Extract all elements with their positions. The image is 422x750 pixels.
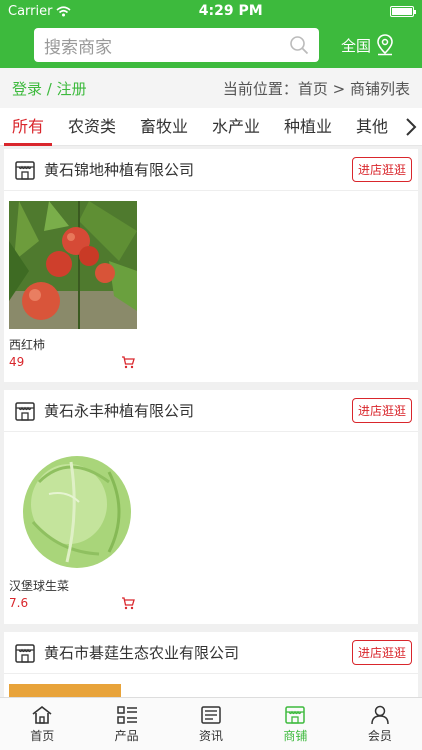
search-icon[interactable]: [289, 35, 309, 55]
news-icon: [201, 705, 221, 724]
store-name[interactable]: 黄石市碁莛生态农业有限公司: [44, 642, 352, 663]
user-icon: [371, 705, 389, 724]
product-price: 7.6: [9, 596, 29, 610]
region-label: 全国: [341, 36, 372, 55]
tabbar-label: 资讯: [199, 728, 224, 743]
breadcrumb: 登录 / 注册 当前位置：首页 > 商铺列表: [0, 68, 422, 108]
product-image-lettuce[interactable]: [9, 442, 137, 570]
carrier-label: Carrier: [8, 3, 53, 19]
chevron-right-icon[interactable]: [400, 117, 422, 137]
tab-all[interactable]: 所有: [0, 108, 56, 146]
visit-store-button[interactable]: 进店逛逛: [351, 640, 412, 665]
home-icon: [32, 705, 52, 724]
tabbar-label: 产品: [114, 728, 139, 743]
store-icon: [15, 160, 35, 180]
tabbar-products[interactable]: 产品: [84, 698, 168, 750]
login-register-link[interactable]: 登录 / 注册: [12, 78, 87, 99]
battery-icon: [389, 5, 416, 17]
product-name: 汉堡球生菜: [9, 579, 70, 593]
wifi-icon: [56, 5, 71, 16]
visit-store-button[interactable]: 进店逛逛: [351, 157, 412, 182]
store-icon: [15, 643, 35, 663]
visit-store-button[interactable]: 进店逛逛: [351, 398, 412, 423]
tabbar-stores[interactable]: 商铺: [253, 698, 337, 750]
store-card: 黄石永丰种植有限公司 进店逛逛 汉堡球生菜 7.6: [4, 390, 418, 624]
tabbar-member[interactable]: 会员: [338, 698, 422, 750]
product-price: 49: [9, 355, 25, 369]
header: Carrier 4:29 PM 搜索商家 全国: [0, 0, 422, 68]
tab-livestock[interactable]: 畜牧业: [128, 108, 200, 146]
store-icon: [285, 705, 306, 724]
status-bar: Carrier 4:29 PM: [0, 0, 422, 22]
bottom-tab-bar: 首页 产品 资讯 商铺 会员: [0, 697, 422, 750]
grid-list-icon: [116, 705, 137, 724]
category-tabs: 所有 农资类 畜牧业 水产业 种植业 其他: [0, 108, 422, 146]
tabbar-news[interactable]: 资讯: [169, 698, 253, 750]
tab-aquaculture[interactable]: 水产业: [200, 108, 272, 146]
tabbar-home[interactable]: 首页: [0, 698, 84, 750]
product-image[interactable]: [9, 684, 121, 697]
tabbar-label: 会员: [367, 728, 392, 743]
store-icon: [15, 401, 35, 421]
cart-icon[interactable]: [121, 596, 135, 610]
store-card: 黄石锦地种植有限公司 进店逛逛 西红柿 49: [4, 149, 418, 382]
region-selector[interactable]: 全国: [341, 34, 395, 56]
tabbar-label: 首页: [30, 728, 55, 743]
search-input[interactable]: 搜索商家: [34, 28, 319, 62]
current-location: 当前位置：首页 > 商铺列表: [222, 79, 410, 98]
clock: 4:29 PM: [198, 3, 263, 19]
product-name: 西红柿: [9, 338, 46, 352]
search-placeholder: 搜索商家: [44, 37, 112, 58]
store-name[interactable]: 黄石永丰种植有限公司: [44, 400, 352, 421]
product-item[interactable]: 汉堡球生菜 7.6: [9, 442, 137, 610]
store-card: 黄石市碁莛生态农业有限公司 进店逛逛: [4, 632, 418, 697]
tab-agri-supplies[interactable]: 农资类: [56, 108, 128, 146]
cart-icon[interactable]: [121, 355, 135, 369]
product-item[interactable]: 西红柿 49: [9, 201, 137, 369]
product-image-tomato[interactable]: [9, 201, 137, 329]
tab-planting[interactable]: 种植业: [272, 108, 344, 146]
tab-other[interactable]: 其他: [344, 108, 400, 146]
store-name[interactable]: 黄石锦地种植有限公司: [44, 159, 352, 180]
tabbar-label: 商铺: [283, 728, 308, 743]
location-pin-icon: [377, 34, 393, 56]
